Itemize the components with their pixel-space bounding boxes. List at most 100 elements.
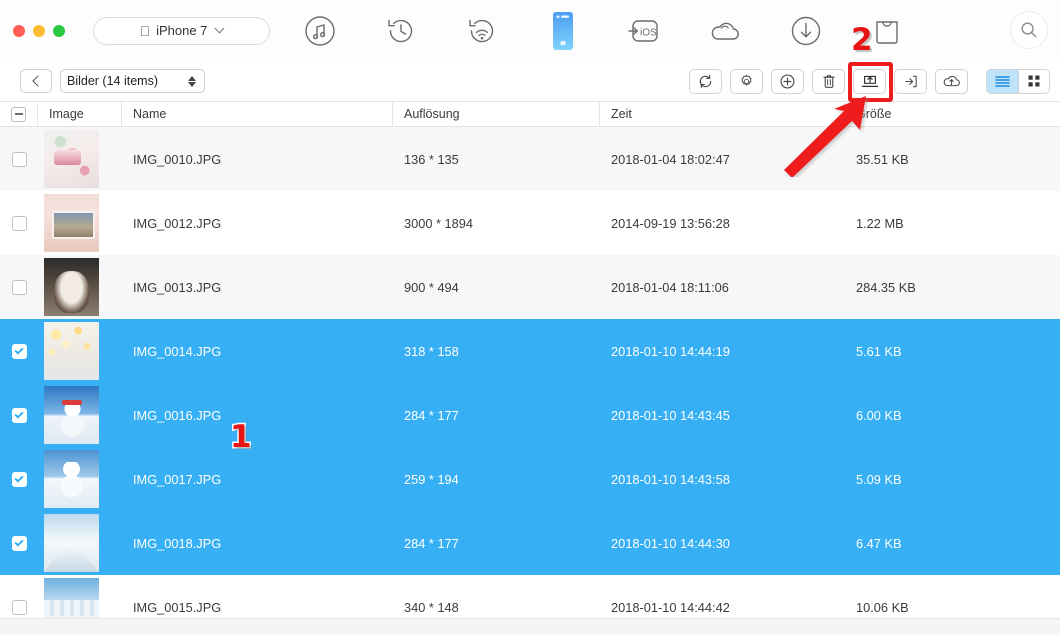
status-bar (0, 618, 1060, 635)
thumbnail-image (44, 386, 99, 444)
row-size: 6.00 KB (856, 407, 902, 423)
grid-view-button[interactable] (1018, 69, 1049, 93)
row-checkbox-cell[interactable] (0, 575, 38, 618)
row-thumbnail-cell (38, 511, 122, 575)
close-window-button[interactable] (13, 24, 25, 37)
row-resolution: 3000 * 1894 (404, 215, 474, 231)
row-checkbox[interactable] (11, 343, 27, 359)
back-button[interactable] (20, 69, 52, 93)
toolkit-icon[interactable] (867, 11, 907, 51)
column-header-image[interactable]: Image (38, 102, 122, 126)
row-checkbox[interactable] (11, 599, 27, 615)
row-checkbox[interactable] (11, 279, 27, 295)
row-resolution: 259 * 194 (404, 471, 459, 487)
list-view-button[interactable] (987, 69, 1018, 93)
select-all-cell[interactable] (0, 102, 38, 126)
trash-icon (822, 74, 835, 88)
device-name-label: iPhone 7 (150, 23, 207, 38)
table-header-row: Image Name Auflösung Zeit Größe (0, 101, 1060, 127)
history-icon[interactable] (381, 11, 421, 51)
row-time: 2018-01-10 14:44:42 (611, 599, 730, 615)
refresh-button[interactable] (689, 68, 722, 94)
row-checkbox-cell[interactable] (0, 447, 38, 511)
delete-button[interactable] (812, 68, 845, 94)
row-time: 2018-01-10 14:43:58 (611, 471, 730, 487)
minimize-window-button[interactable] (33, 24, 45, 37)
table-row[interactable]: IMG_0013.JPG 900 * 494 2018-01-04 18:11:06… (0, 255, 1060, 319)
row-size: 35.51 KB (856, 151, 909, 167)
main-navigation: iOS (300, 0, 907, 61)
table-body: IMG_0010.JPG 136 * 135 2018-01-04 18:02:47… (0, 127, 1060, 618)
table-row[interactable]: IMG_0015.JPG 340 * 148 2018-01-10 14:44:42… (0, 575, 1060, 618)
column-header-size[interactable]: Größe (845, 102, 1060, 126)
app-window:  iPhone 7 (0, 0, 1060, 635)
row-thumbnail-cell (38, 319, 122, 383)
thumbnail-image (44, 450, 99, 508)
row-name: IMG_0010.JPG (133, 151, 222, 167)
device-selector[interactable]:  iPhone 7 (93, 16, 270, 45)
row-checkbox[interactable] (11, 151, 27, 167)
thumbnail-image (44, 194, 99, 252)
table-row[interactable]: IMG_0018.JPG 284 * 177 2018-01-10 14:44:30… (0, 511, 1060, 575)
row-name: IMG_0017.JPG (133, 471, 222, 487)
file-table: Image Name Auflösung Zeit Größe IMG_0010… (0, 101, 1060, 618)
upload-cloud-button[interactable] (935, 68, 968, 94)
cloud-upload-icon (943, 75, 960, 87)
check-icon (14, 472, 24, 483)
row-thumbnail-cell (38, 127, 122, 191)
row-checkbox-cell[interactable] (0, 191, 38, 255)
table-row[interactable]: IMG_0010.JPG 136 * 135 2018-01-04 18:02:47… (0, 127, 1060, 191)
row-resolution: 900 * 494 (404, 279, 459, 295)
maximize-window-button[interactable] (53, 24, 65, 37)
table-row[interactable]: IMG_0016.JPG 284 * 177 2018-01-10 14:43:45… (0, 383, 1060, 447)
device-icon[interactable] (543, 11, 583, 51)
export-to-pc-button[interactable] (853, 68, 886, 94)
folder-path-label: Bilder (14 items) (67, 74, 158, 88)
search-button[interactable] (1010, 11, 1048, 49)
window-controls (13, 24, 65, 37)
wifi-icon[interactable] (462, 11, 502, 51)
settings-button[interactable] (730, 68, 763, 94)
to-ios-icon[interactable]: iOS (624, 11, 664, 51)
indeterminate-dash-icon (14, 113, 23, 115)
row-time: 2018-01-04 18:02:47 (611, 151, 730, 167)
row-checkbox-cell[interactable] (0, 511, 38, 575)
column-header-resolution[interactable]: Auflösung (393, 102, 600, 126)
thumbnail-image (44, 130, 99, 188)
select-all-checkbox[interactable] (11, 106, 26, 122)
folder-path-select[interactable]: Bilder (14 items) (60, 69, 205, 93)
title-bar:  iPhone 7 (0, 0, 1060, 61)
download-icon[interactable] (786, 11, 826, 51)
row-checkbox[interactable] (11, 471, 27, 487)
plus-circle-icon (780, 74, 795, 88)
row-size: 10.06 KB (856, 599, 909, 615)
add-button[interactable] (771, 68, 804, 94)
tool-buttons (689, 68, 1050, 94)
stepper-icon (188, 75, 196, 87)
row-size: 5.61 KB (856, 343, 902, 359)
row-name: IMG_0018.JPG (133, 535, 222, 551)
refresh-icon (699, 74, 712, 88)
row-checkbox-cell[interactable] (0, 127, 38, 191)
column-header-time[interactable]: Zeit (600, 102, 845, 126)
table-row[interactable]: IMG_0017.JPG 259 * 194 2018-01-10 14:43:58… (0, 447, 1060, 511)
row-checkbox-cell[interactable] (0, 255, 38, 319)
chevron-down-icon (214, 23, 225, 34)
column-header-name[interactable]: Name (122, 102, 393, 126)
import-button[interactable] (894, 68, 927, 94)
row-time: 2018-01-10 14:44:30 (611, 535, 730, 551)
row-checkbox[interactable] (11, 535, 27, 551)
row-checkbox[interactable] (11, 407, 27, 423)
table-row[interactable]: IMG_0014.JPG 318 * 158 2018-01-10 14:44:19… (0, 319, 1060, 383)
action-bar: Bilder (14 items) (0, 61, 1060, 101)
grid-view-icon (1028, 75, 1040, 87)
row-checkbox[interactable] (11, 215, 27, 231)
row-checkbox-cell[interactable] (0, 319, 38, 383)
media-icon[interactable] (300, 11, 340, 51)
row-name: IMG_0016.JPG (133, 407, 222, 423)
row-checkbox-cell[interactable] (0, 383, 38, 447)
table-row[interactable]: IMG_0012.JPG 3000 * 1894 2014-09-19 13:56:… (0, 191, 1060, 255)
cloud-icon[interactable] (705, 11, 745, 51)
thumbnail-image (44, 514, 99, 572)
row-resolution: 284 * 177 (404, 535, 459, 551)
